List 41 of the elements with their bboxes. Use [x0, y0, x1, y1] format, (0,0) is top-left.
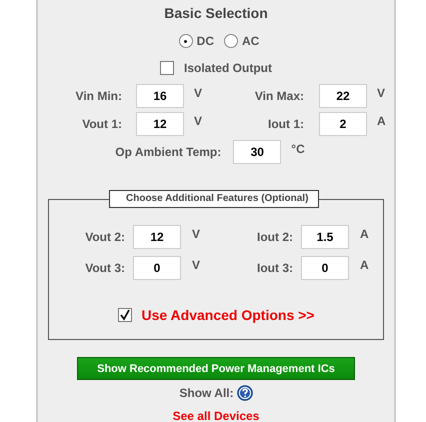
input-field[interactable]: 30	[233, 140, 282, 164]
radio-label: DC	[196, 34, 214, 48]
recommend-button[interactable]: Show Recommended Power Management ICs	[77, 357, 355, 380]
unit-label: V	[376, 85, 386, 100]
input-field[interactable]: 12	[136, 112, 184, 136]
field-label: Vout 2:	[84, 230, 126, 244]
unit-label: V	[191, 257, 202, 272]
field-label: Iout 3:	[256, 261, 294, 275]
radio-button[interactable]	[224, 34, 238, 48]
unit-label: V	[193, 113, 204, 128]
advanced-options-link[interactable]: Use Advanced Options >>	[142, 307, 314, 323]
input-field[interactable]: 1.5	[301, 225, 349, 249]
radio-label: AC	[242, 34, 260, 48]
input-field[interactable]: 2	[319, 112, 367, 136]
unit-label: V	[193, 85, 204, 100]
field-label: Iout 1:	[267, 117, 305, 131]
radio-button[interactable]	[178, 34, 193, 48]
show-all-label: Show All:	[179, 386, 234, 400]
checkbox-label: Isolated Output	[184, 61, 272, 75]
unit-label: V	[191, 226, 202, 241]
field-label: Vin Min:	[74, 89, 123, 103]
unit-label: A	[359, 257, 370, 272]
unit-label: A	[359, 226, 370, 241]
field-label: Vout 1:	[81, 117, 123, 131]
input-field[interactable]: 16	[136, 84, 184, 108]
panel-legend: Choose Additional Features (Optional)	[109, 190, 320, 208]
field-label: Vout 3:	[84, 261, 126, 275]
help-icon[interactable]	[236, 385, 253, 401]
checkbox[interactable]	[118, 308, 132, 322]
input-field[interactable]: 0	[301, 256, 349, 280]
see-all-link[interactable]: See all Devices	[38, 408, 394, 422]
checkbox[interactable]	[160, 61, 174, 75]
unit-label: A	[376, 113, 387, 128]
input-field[interactable]: 12	[133, 225, 181, 249]
section-title: Basic Selection	[163, 4, 269, 22]
field-label: Iout 2:	[256, 230, 294, 244]
field-label: Vin Max:	[254, 89, 305, 103]
input-field[interactable]: 22	[319, 84, 367, 108]
input-field[interactable]: 0	[133, 256, 181, 280]
field-label: Op Ambient Temp:	[115, 145, 222, 159]
unit-label: °C	[290, 141, 305, 156]
